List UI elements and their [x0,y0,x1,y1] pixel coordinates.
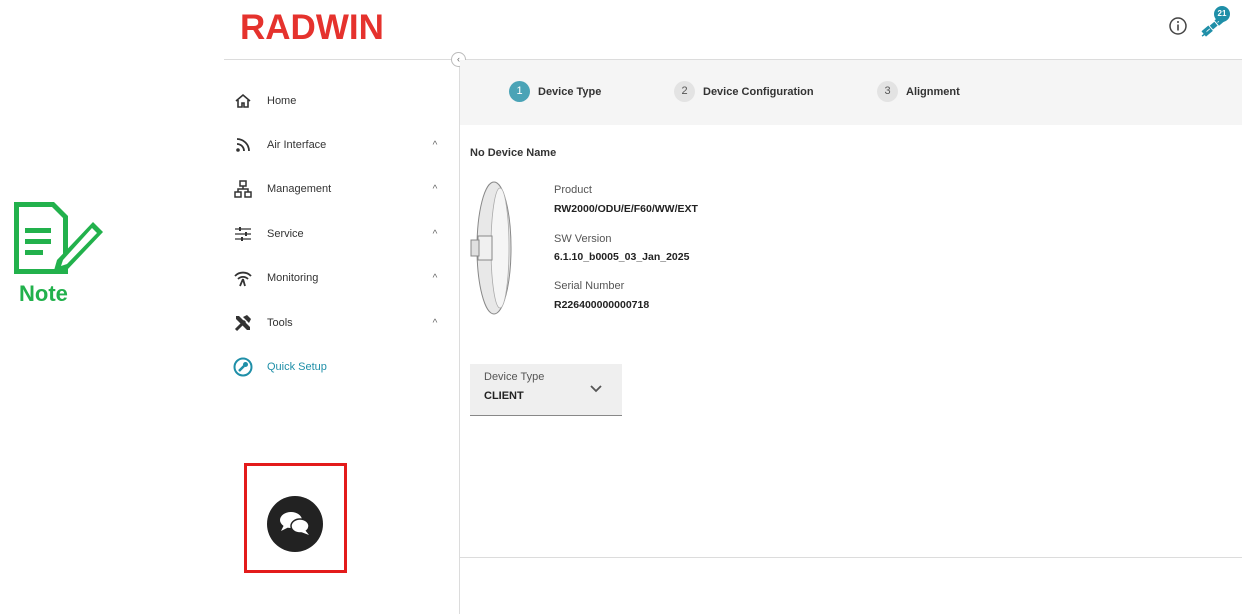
chevron-up-icon[interactable]: ^ [429,140,441,151]
step-device-type[interactable]: 1 Device Type [509,81,601,102]
sw-version-label: SW Version [554,233,612,245]
step-number: 1 [509,81,530,102]
radwin-logo[interactable]: RADWIN [240,8,384,48]
serial-number-value: R226400000000718 [554,299,650,311]
step-number: 3 [877,81,898,102]
note-label: Note [19,281,68,306]
sw-version-value: 6.1.10_b0005_03_Jan_2025 [554,251,690,263]
sidebar-item-label: Home [267,95,297,107]
info-icon[interactable] [1168,16,1188,36]
signal-icon [232,267,254,289]
step-alignment[interactable]: 3 Alignment [877,81,960,102]
sidebar-item-quick-setup[interactable]: Quick Setup [232,355,447,379]
chevron-up-icon[interactable]: ^ [429,318,441,329]
chevron-down-icon[interactable] [588,380,604,396]
note-edit-icon [14,202,103,274]
step-label: Alignment [906,85,960,98]
sidebar-item-label: Monitoring [267,272,319,284]
step-label: Device Type [538,85,602,98]
setup-stepper: 1 Device Type 2 Device Configuration 3 A… [460,60,1242,125]
wireless-icon [232,134,254,156]
device-type-label: Device Type [484,371,545,383]
chevron-up-icon[interactable]: ^ [429,273,441,284]
step-device-configuration[interactable]: 2 Device Configuration [674,81,814,102]
product-label: Product [554,184,592,196]
sidebar-item-label: Quick Setup [267,361,327,373]
chat-button[interactable] [267,496,323,552]
sidebar-item-home[interactable]: Home [232,89,447,113]
product-value: RW2000/ODU/E/F60/WW/EXT [554,203,698,215]
note-badge: Note [8,198,108,308]
sidebar-item-label: Air Interface [267,139,327,151]
sidebar-item-label: Management [267,183,332,195]
antenna-image [470,178,520,323]
chat-icon [280,512,310,535]
chevron-up-icon[interactable]: ^ [429,184,441,195]
chat-highlight-box [244,463,347,573]
sidebar-item-service[interactable]: Service ^ [232,222,447,246]
serial-number-label: Serial Number [554,280,625,292]
device-type-select[interactable]: Device Type CLIENT [470,364,622,416]
network-icon [232,178,254,200]
step-number: 2 [674,81,695,102]
notification-badge: 21 [1214,6,1230,22]
step-label: Device Configuration [703,85,814,98]
sidebar-item-label: Tools [267,317,293,329]
sliders-icon [232,223,254,245]
footer-divider [460,557,1242,558]
device-type-value: CLIENT [484,390,524,402]
sidebar-divider [459,60,460,614]
home-icon [232,90,254,112]
sidebar-item-air-interface[interactable]: Air Interface ^ [232,133,447,157]
tools-icon [232,312,254,334]
sidebar-item-label: Service [267,228,304,240]
sidebar-item-management[interactable]: Management ^ [232,177,447,201]
quick-setup-icon [232,356,254,378]
sidebar-item-monitoring[interactable]: Monitoring ^ [232,266,447,290]
device-name: No Device Name [470,147,557,159]
sidebar-item-tools[interactable]: Tools ^ [232,311,447,335]
chevron-up-icon[interactable]: ^ [429,229,441,240]
